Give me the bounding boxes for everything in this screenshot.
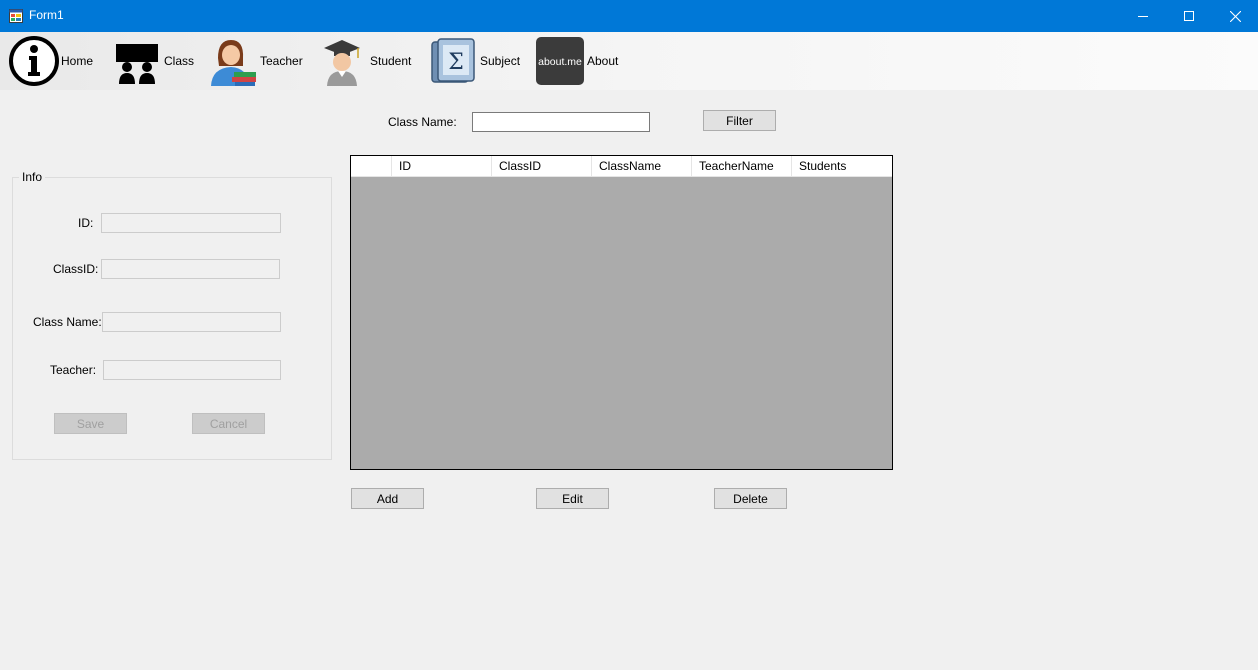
menu-item-label: Class (164, 54, 195, 68)
menu-item-teacher[interactable]: Teacher (208, 32, 303, 90)
edit-button[interactable]: Edit (536, 488, 609, 509)
svg-text:Σ: Σ (448, 50, 464, 75)
menu-item-label: Student (370, 54, 412, 68)
grid-row-header-corner (351, 156, 392, 177)
grid-header-row: ID ClassID ClassName TeacherName Student… (351, 156, 892, 177)
column-header-students[interactable]: Students (792, 156, 892, 177)
maximize-button[interactable] (1166, 0, 1212, 32)
teacher-label: Teacher: (50, 363, 97, 377)
menu-strip: Home Class Teacher Student Σ Subject abo… (0, 32, 1258, 90)
student-icon (318, 36, 368, 86)
class-name-label: Class Name: (33, 315, 102, 329)
add-button[interactable]: Add (351, 488, 424, 509)
class-id-label: ClassID: (53, 262, 99, 276)
menu-item-about[interactable]: about.me About (535, 32, 618, 90)
class-data-grid[interactable]: ID ClassID ClassName TeacherName Student… (350, 155, 893, 470)
class-icon (112, 36, 162, 86)
close-button[interactable] (1212, 0, 1258, 32)
menu-item-student[interactable]: Student (318, 32, 411, 90)
column-header-class-name[interactable]: ClassName (592, 156, 692, 177)
about-icon: about.me (535, 36, 585, 86)
window-title: Form1 (29, 8, 64, 22)
info-icon (9, 36, 59, 86)
subject-icon: Σ (428, 36, 478, 86)
column-header-id[interactable]: ID (392, 156, 492, 177)
id-field[interactable] (101, 213, 281, 233)
filter-class-name-label: Class Name: (388, 115, 457, 129)
class-name-field[interactable] (102, 312, 281, 332)
title-bar[interactable]: Form1 (0, 0, 1258, 32)
menu-item-label: Subject (480, 54, 521, 68)
menu-item-home[interactable]: Home (9, 32, 93, 90)
menu-item-label: Home (61, 54, 94, 68)
minimize-button[interactable] (1120, 0, 1166, 32)
filter-button[interactable]: Filter (703, 110, 776, 131)
teacher-field[interactable] (103, 360, 281, 380)
teacher-icon (208, 36, 258, 86)
class-id-field[interactable] (101, 259, 280, 279)
close-icon (1229, 10, 1241, 22)
column-header-class-id[interactable]: ClassID (492, 156, 592, 177)
maximize-icon (1184, 11, 1194, 21)
menu-item-subject[interactable]: Σ Subject (428, 32, 520, 90)
filter-class-name-input[interactable] (472, 112, 650, 132)
column-header-teacher-name[interactable]: TeacherName (692, 156, 792, 177)
save-button[interactable]: Save (54, 413, 127, 434)
app-icon (9, 9, 23, 23)
about-badge-text: about.me (538, 56, 582, 68)
cancel-button[interactable]: Cancel (192, 413, 265, 434)
delete-button[interactable]: Delete (714, 488, 787, 509)
minimize-icon (1138, 16, 1148, 17)
menu-item-label: About (587, 54, 619, 68)
menu-item-class[interactable]: Class (112, 32, 194, 90)
menu-item-label: Teacher (260, 54, 303, 68)
id-label: ID: (78, 216, 94, 230)
info-group-title: Info (19, 170, 46, 184)
